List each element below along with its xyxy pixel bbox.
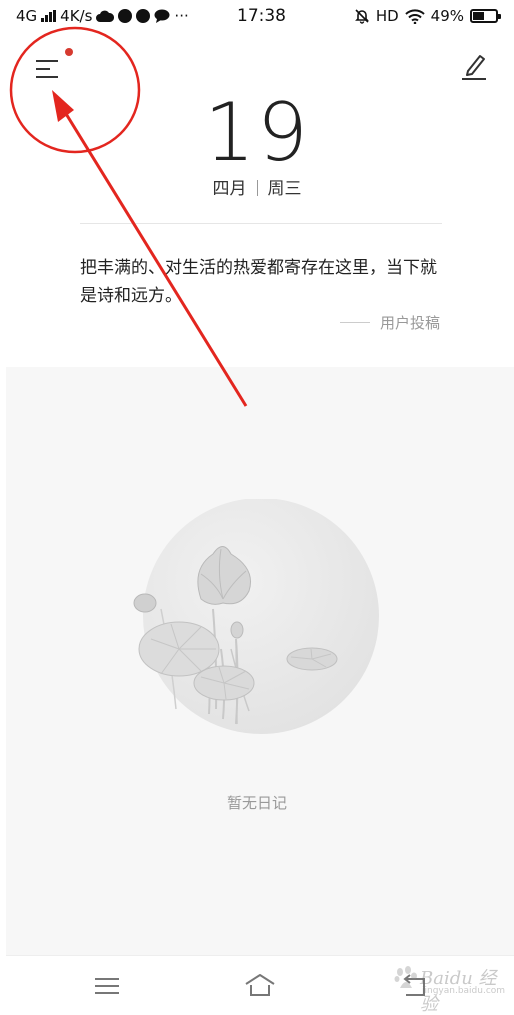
- battery-icon: [470, 9, 501, 23]
- lotus-illustration: [133, 499, 379, 734]
- network-speed: 4K/s: [60, 7, 93, 25]
- status-bar: 4G 4K/s ··· 17:38 HD 49%: [0, 0, 514, 34]
- status-time: 17:38: [237, 6, 286, 26]
- message-icon: [154, 9, 170, 23]
- qq-icon: [136, 9, 151, 23]
- notification-badge: [65, 48, 73, 56]
- network-type: 4G: [16, 7, 38, 25]
- cloud-icon: [96, 10, 115, 22]
- wifi-icon: [404, 8, 425, 24]
- empty-state-text: 暂无日记: [226, 794, 287, 812]
- illustration-disc: [143, 499, 379, 734]
- quote-source-label: 用户投稿: [379, 314, 440, 332]
- date-day: 19: [204, 86, 310, 179]
- edit-icon[interactable]: [460, 51, 488, 81]
- quote-source: 用户投稿: [339, 312, 440, 333]
- hd-label: HD: [375, 7, 399, 25]
- date-subtitle: 四月 周三: [0, 174, 514, 199]
- date-month: 四月: [212, 179, 247, 199]
- menu-icon-line: [36, 68, 50, 70]
- baidu-watermark: Baidu 经验 jingyan.baidu.com: [392, 960, 512, 1015]
- mute-bell-icon: [354, 9, 369, 24]
- signal-icon: [41, 10, 57, 22]
- battery-level-fill: [473, 12, 484, 20]
- daily-quote: 把丰满的、对生活的热爱都寄存在这里，当下就是诗和远方。: [80, 258, 437, 306]
- battery-percent: 49%: [430, 7, 464, 25]
- menu-button[interactable]: [36, 56, 68, 82]
- menu-icon-line: [36, 76, 58, 78]
- home-icon[interactable]: [242, 971, 278, 1001]
- date-separator: [256, 180, 258, 196]
- divider: [80, 223, 442, 224]
- status-left: 4G 4K/s ···: [16, 7, 189, 25]
- qq-icon: [118, 9, 133, 23]
- more-dots-icon: ···: [174, 7, 189, 25]
- menu-icon-line: [36, 60, 58, 62]
- watermark-url: jingyan.baidu.com: [422, 986, 506, 996]
- source-dash: [339, 322, 370, 323]
- date-weekday: 周三: [267, 179, 302, 199]
- status-right: HD 49%: [354, 7, 501, 25]
- menu-icon[interactable]: [89, 971, 125, 1001]
- paw-icon: [394, 966, 417, 988]
